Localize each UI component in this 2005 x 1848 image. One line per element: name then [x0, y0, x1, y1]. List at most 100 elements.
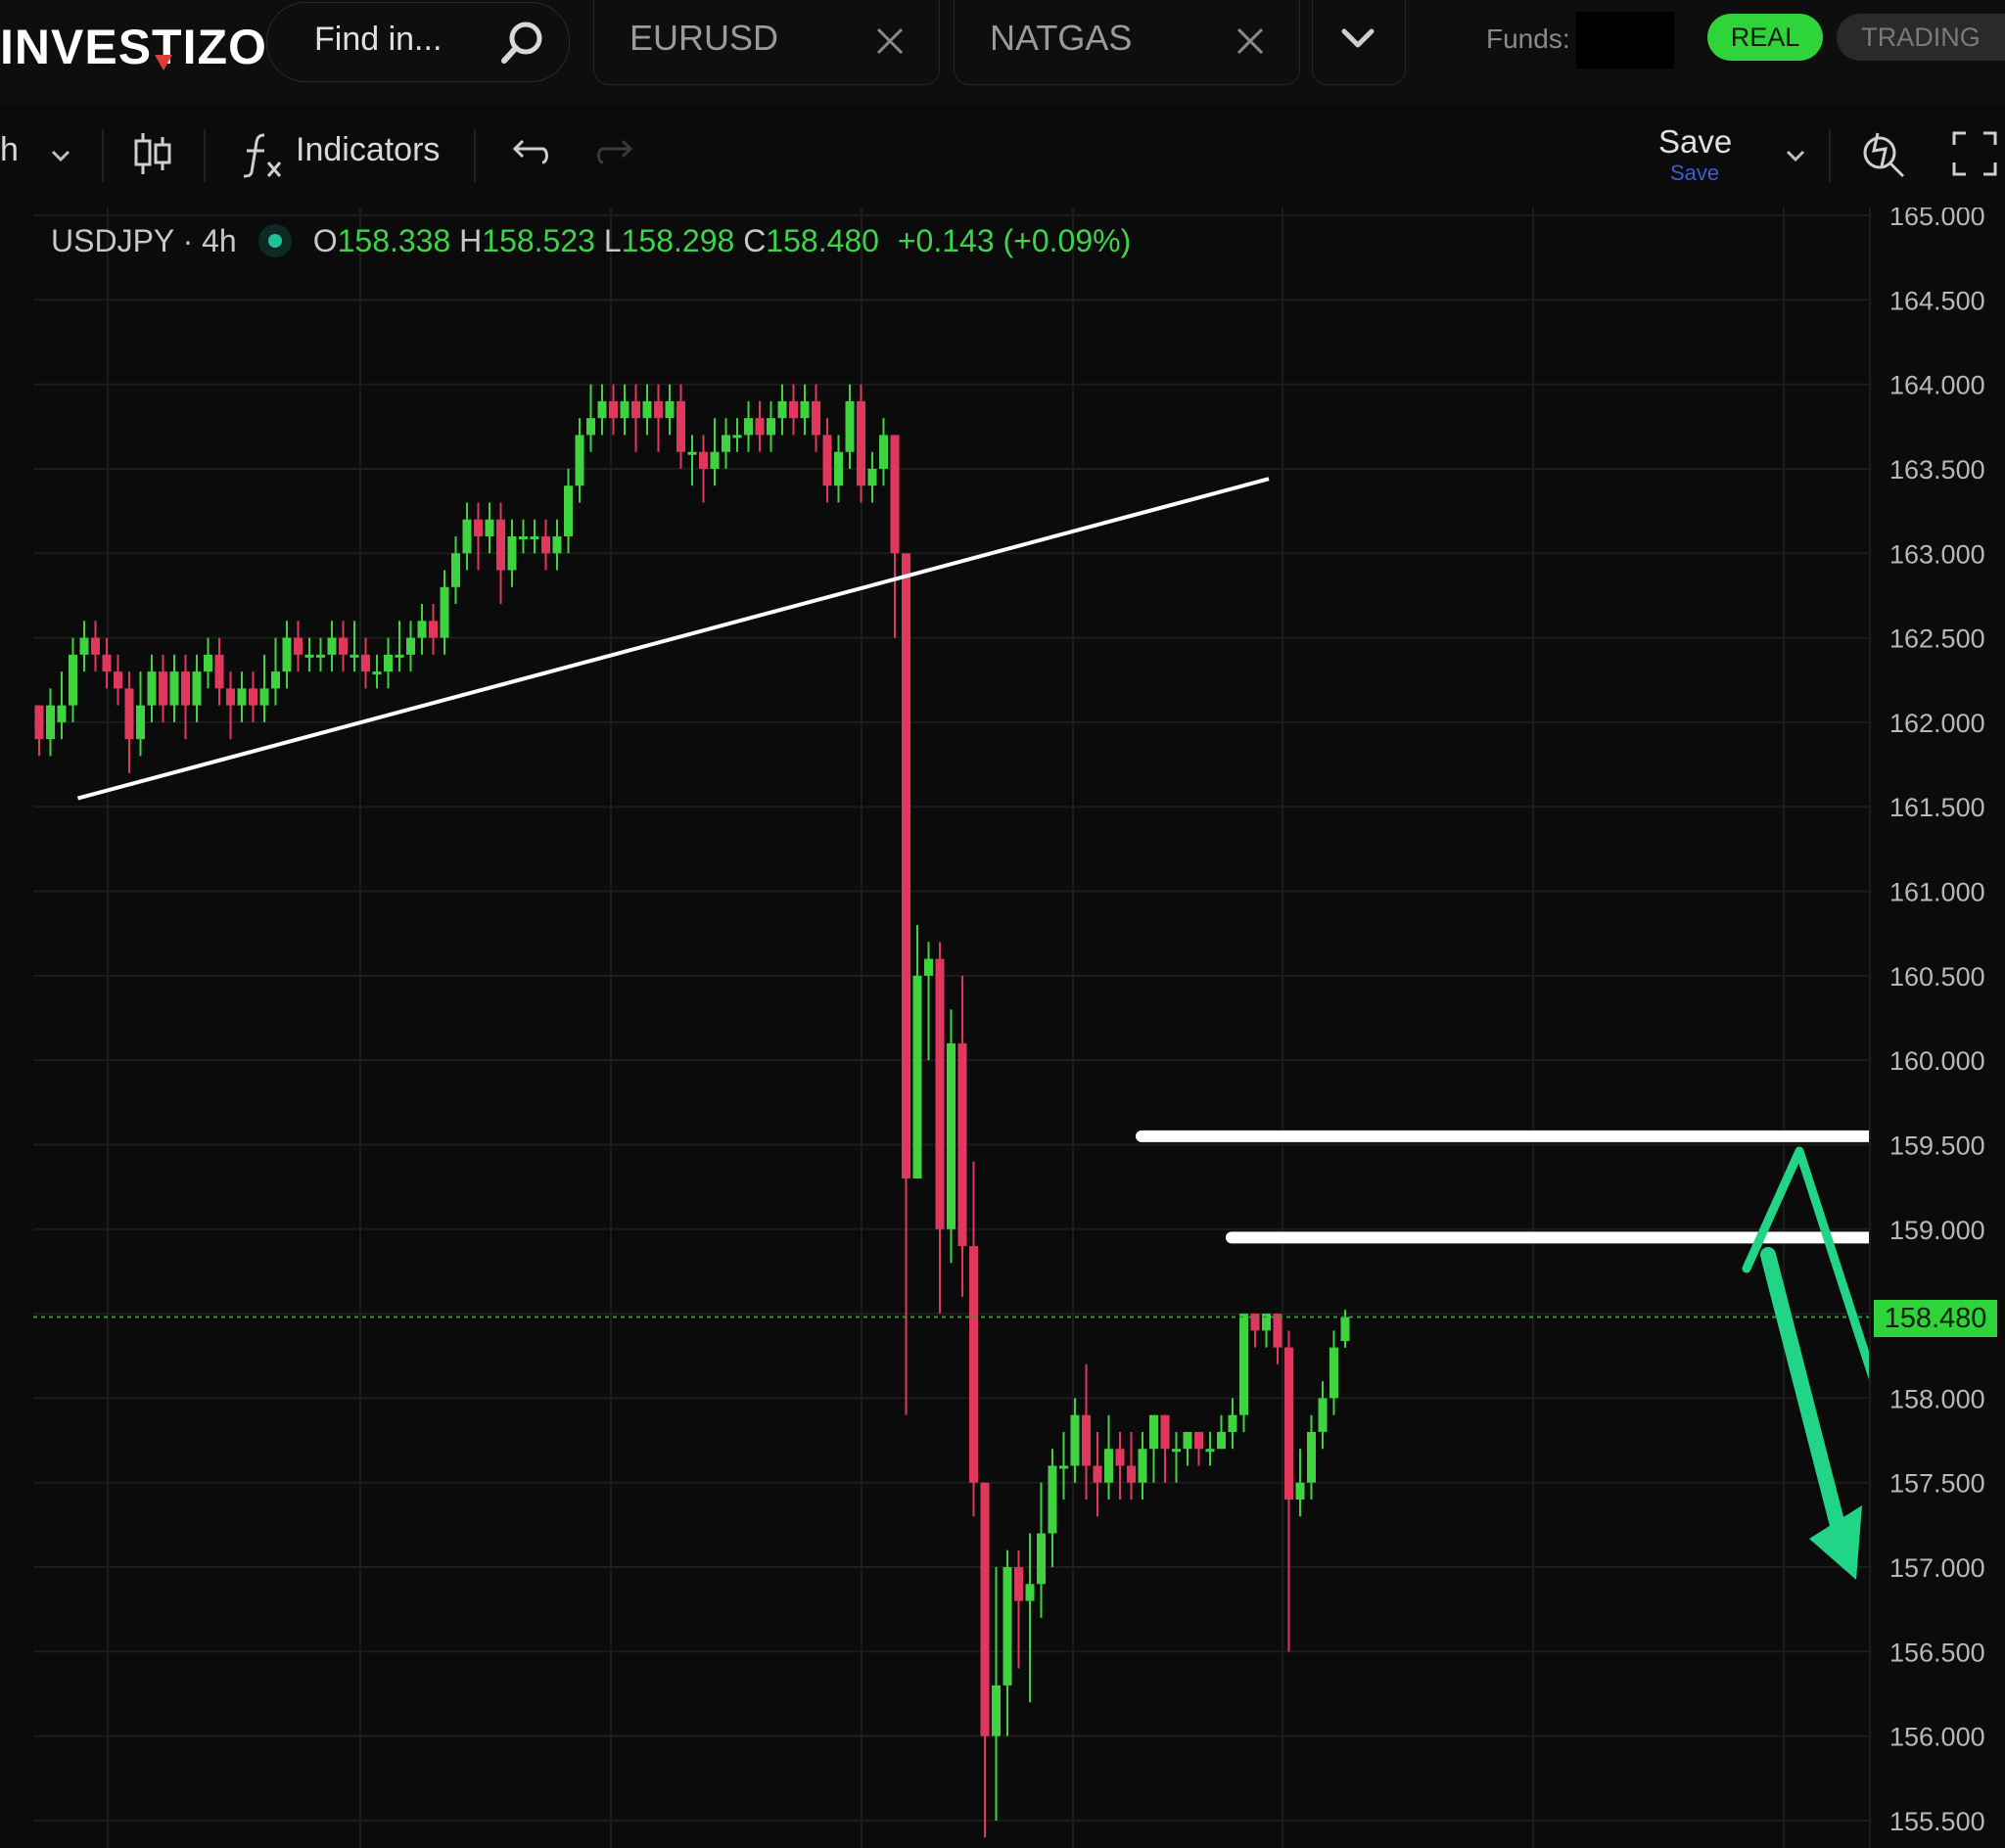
candle-body: [620, 400, 629, 419]
price-chart[interactable]: 165.000 164.500 164.000 163.500 163.000 162.5…: [0, 208, 2005, 1848]
high-value: 158.523: [482, 223, 595, 258]
close-icon[interactable]: [1233, 23, 1268, 59]
candle-body: [316, 654, 325, 658]
logo-arrow-icon: [155, 55, 172, 70]
toolbar-divider: [1829, 129, 1831, 182]
candle-body: [249, 688, 257, 706]
candle-body: [586, 418, 595, 436]
candle-body: [676, 400, 685, 452]
candle-body: [282, 637, 292, 672]
logo[interactable]: INVESTIZO: [0, 8, 267, 86]
real-mode-button[interactable]: REAL: [1707, 14, 1823, 61]
candle-body: [912, 975, 922, 1178]
quick-search-icon[interactable]: [1858, 127, 1911, 180]
candle-body: [1160, 1414, 1170, 1450]
candle-body: [1273, 1314, 1282, 1348]
candle-body: [1172, 1449, 1181, 1453]
tab-natgas[interactable]: NATGAS: [954, 0, 1300, 85]
candle-body: [992, 1685, 1001, 1736]
candle-body: [1002, 1567, 1012, 1686]
interval-selector[interactable]: h: [0, 131, 19, 169]
candle-body: [214, 654, 224, 689]
candle-body: [564, 485, 573, 536]
candle-body: [980, 1482, 990, 1736]
tabs-more-button[interactable]: [1312, 0, 1406, 85]
candle-body: [575, 435, 584, 486]
candle-body: [924, 958, 933, 976]
open-value: 158.338: [337, 223, 451, 258]
search-input[interactable]: Find in...: [266, 2, 570, 82]
candle-body: [957, 1042, 967, 1247]
chevron-down-icon[interactable]: [49, 147, 72, 164]
candle-body: [755, 418, 765, 436]
candle-body: [406, 637, 415, 655]
candle-body: [271, 671, 280, 689]
save-button[interactable]: Save: [1658, 123, 1732, 161]
candle-body: [1284, 1347, 1293, 1500]
candle-body: [777, 400, 787, 419]
candle-body: [767, 418, 775, 436]
chevron-down-icon[interactable]: [1784, 147, 1807, 164]
price-axis-label: 159.500: [1889, 1131, 1985, 1160]
candle-body: [530, 536, 539, 539]
candle-body: [226, 688, 235, 706]
price-axis-label: 164.000: [1889, 371, 1985, 400]
candle-body: [462, 519, 472, 554]
candle-body: [136, 705, 145, 740]
candle-body: [327, 637, 337, 655]
price-axis-label: 161.500: [1889, 793, 1985, 822]
candle-body: [867, 468, 877, 486]
candle-body: [631, 400, 640, 419]
candle-body: [744, 418, 753, 436]
candle-body: [969, 1246, 978, 1483]
price-axis-label: 161.000: [1889, 878, 1985, 907]
price-axis-label: 157.000: [1889, 1553, 1985, 1583]
candle-body: [159, 671, 167, 706]
close-icon[interactable]: [872, 23, 908, 59]
candle-body: [1048, 1465, 1057, 1534]
price-axis-label: 160.500: [1889, 962, 1985, 992]
candle-body: [789, 400, 798, 419]
tab-eurusd[interactable]: EURUSD: [593, 0, 940, 85]
candle-body: [1183, 1431, 1192, 1450]
candle-body: [687, 451, 697, 455]
candle-body: [1205, 1449, 1215, 1453]
candle-body: [169, 671, 179, 706]
price-axis-label: 165.000: [1889, 208, 1985, 231]
candle-body: [57, 705, 67, 722]
candle-body: [34, 705, 44, 740]
redo-icon[interactable]: [591, 127, 644, 180]
open-key: O: [312, 223, 338, 258]
indicators-button[interactable]: Indicators: [296, 131, 440, 169]
candlestick-chart-icon[interactable]: [125, 127, 178, 180]
symbol-label[interactable]: USDJPY · 4h: [51, 223, 237, 258]
fullscreen-icon[interactable]: [1948, 127, 2001, 180]
search-icon[interactable]: [498, 17, 549, 68]
chart-toolbar: h Indicators Save Save: [0, 104, 2005, 208]
tab-label: EURUSD: [629, 18, 779, 58]
undo-icon[interactable]: [501, 127, 554, 180]
candle-body: [474, 519, 483, 536]
price-axis-label: 156.500: [1889, 1638, 1985, 1667]
candle-body: [654, 400, 663, 419]
candle-body: [665, 400, 675, 419]
trading-mode-button[interactable]: TRADING: [1837, 14, 2005, 61]
candle-body: [395, 654, 404, 658]
price-axis-label: 158.000: [1889, 1384, 1985, 1413]
candle-body: [800, 400, 810, 419]
price-axis-label: 164.500: [1889, 286, 1985, 315]
candle-body: [304, 654, 314, 658]
candle-body: [947, 1042, 956, 1229]
market-status-icon: [257, 223, 292, 257]
candle-body: [259, 688, 269, 706]
candle-body: [339, 637, 348, 655]
candle-body: [69, 654, 77, 706]
candle-body: [902, 553, 910, 1178]
candle-body: [440, 586, 449, 638]
candle-body: [890, 435, 900, 554]
candle-body: [541, 536, 550, 554]
candle-body: [102, 654, 112, 672]
function-icon[interactable]: [235, 127, 288, 180]
logo-text: INVESTIZO: [0, 20, 267, 74]
top-bar: INVESTIZO Find in... EURUSD NATGAS Funds…: [0, 0, 2005, 104]
